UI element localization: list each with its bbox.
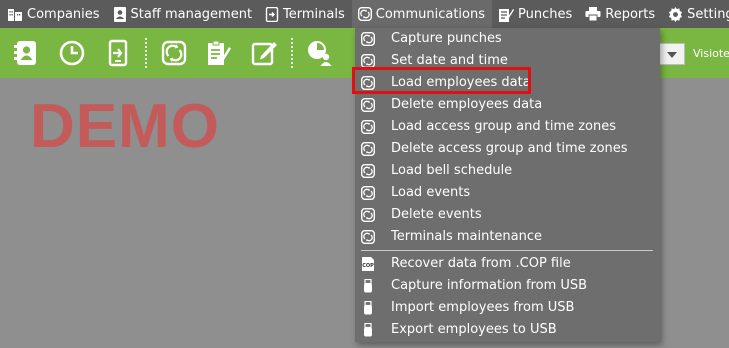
sync-icon xyxy=(161,40,187,66)
toolbar-staff-button[interactable] xyxy=(11,38,41,68)
toolbar-separator xyxy=(291,38,293,68)
sync-icon xyxy=(360,119,376,135)
menu-item-label: Delete employees data xyxy=(391,97,543,112)
menu-item-label: Set date and time xyxy=(391,53,508,68)
printer-icon xyxy=(585,7,601,21)
contact-card-icon xyxy=(14,41,36,65)
chevron-down-icon xyxy=(667,52,677,58)
toolbar-punches-button[interactable] xyxy=(203,38,233,68)
menu-label: Punches xyxy=(518,6,573,22)
toolbar-separator xyxy=(145,38,147,68)
menu-item-label: Load bell schedule xyxy=(391,163,513,178)
menu-item[interactable]: Import employees from USB xyxy=(355,297,660,319)
sync-icon xyxy=(360,163,376,179)
menu-item-label: Capture information from USB xyxy=(391,278,588,293)
menu-item-label: Recover data from .COP file xyxy=(391,256,571,271)
gear-icon xyxy=(668,6,683,22)
menu-label: Staff management xyxy=(130,6,253,22)
menu-item[interactable]: Export employees to USB xyxy=(355,319,660,341)
menu-item-label: Delete access group and time zones xyxy=(391,141,628,156)
usb-icon xyxy=(361,300,375,315)
menu-item[interactable]: Capture punches xyxy=(355,28,660,50)
menu-item-label: Load access group and time zones xyxy=(391,119,617,134)
menu-item-label: Capture punches xyxy=(391,31,502,46)
menu-item-label: Export employees to USB xyxy=(391,322,557,337)
sync-icon xyxy=(360,185,376,201)
menu-communications[interactable]: Communications xyxy=(351,0,493,28)
edit-icon xyxy=(251,42,277,66)
menu-reports[interactable]: Reports xyxy=(579,0,662,28)
cop-icon-text: COP xyxy=(362,263,374,269)
menu-punches[interactable]: Punches xyxy=(492,0,579,28)
menu-companies[interactable]: Companies xyxy=(0,0,107,28)
menu-divider xyxy=(361,250,653,251)
menu-item[interactable]: Load access group and time zones xyxy=(355,116,660,138)
menu-item[interactable]: COP Recover data from .COP file xyxy=(355,253,660,275)
demo-watermark: DEMO xyxy=(30,92,220,161)
menu-item-label: Import employees from USB xyxy=(391,300,575,315)
terminal-icon xyxy=(265,6,279,22)
menu-item-label: Terminals maintenance xyxy=(391,229,543,244)
punches-icon xyxy=(208,40,231,65)
menu-item[interactable]: Terminals maintenance xyxy=(355,226,660,248)
sync-icon xyxy=(357,7,372,21)
clock-icon xyxy=(59,40,85,66)
building-icon xyxy=(7,7,23,21)
cop-file-icon: COP xyxy=(361,257,375,271)
usb-icon xyxy=(361,322,375,337)
menu-settings[interactable]: Setting xyxy=(662,0,729,28)
sync-icon xyxy=(360,31,376,47)
sync-icon xyxy=(360,207,376,223)
toolbar-terminal-button[interactable] xyxy=(103,38,133,68)
attendance-user-icon xyxy=(308,41,332,66)
visitors-label: Visiote xyxy=(693,47,729,60)
sync-icon xyxy=(360,53,376,69)
toolbar-attendance-button[interactable] xyxy=(305,38,335,68)
toolbar-communications-button[interactable] xyxy=(159,38,189,68)
menu-label: Terminals xyxy=(283,6,345,22)
menu-item[interactable]: Load bell schedule xyxy=(355,160,660,182)
menu-item[interactable]: Load events xyxy=(355,182,660,204)
menu-item[interactable]: Delete employees data xyxy=(355,94,660,116)
toolbar-clock-button[interactable] xyxy=(57,38,87,68)
contact-card-icon xyxy=(113,6,127,22)
highlight-box xyxy=(352,67,531,94)
sync-icon xyxy=(360,229,376,245)
sync-icon xyxy=(360,141,376,157)
punches-icon xyxy=(498,7,515,22)
menu-label: Reports xyxy=(605,6,656,22)
menu-label: Setting xyxy=(687,6,729,22)
main-menubar: Companies Staff management Terminals Com… xyxy=(0,0,729,28)
toolbar-edit-button[interactable] xyxy=(249,38,279,68)
menu-item[interactable]: Delete access group and time zones xyxy=(355,138,660,160)
menu-label: Communications xyxy=(375,6,486,22)
usb-icon xyxy=(361,278,375,293)
menu-item[interactable]: Delete events xyxy=(355,204,660,226)
menu-item-label: Delete events xyxy=(391,207,482,222)
menu-item-label: Load events xyxy=(391,185,471,200)
menu-item[interactable]: Capture information from USB xyxy=(355,275,660,297)
sync-icon xyxy=(360,97,376,113)
menu-staff-management[interactable]: Staff management xyxy=(107,0,260,28)
menu-label: Companies xyxy=(27,6,100,22)
terminal-icon xyxy=(108,39,128,67)
menu-terminals[interactable]: Terminals xyxy=(259,0,352,28)
